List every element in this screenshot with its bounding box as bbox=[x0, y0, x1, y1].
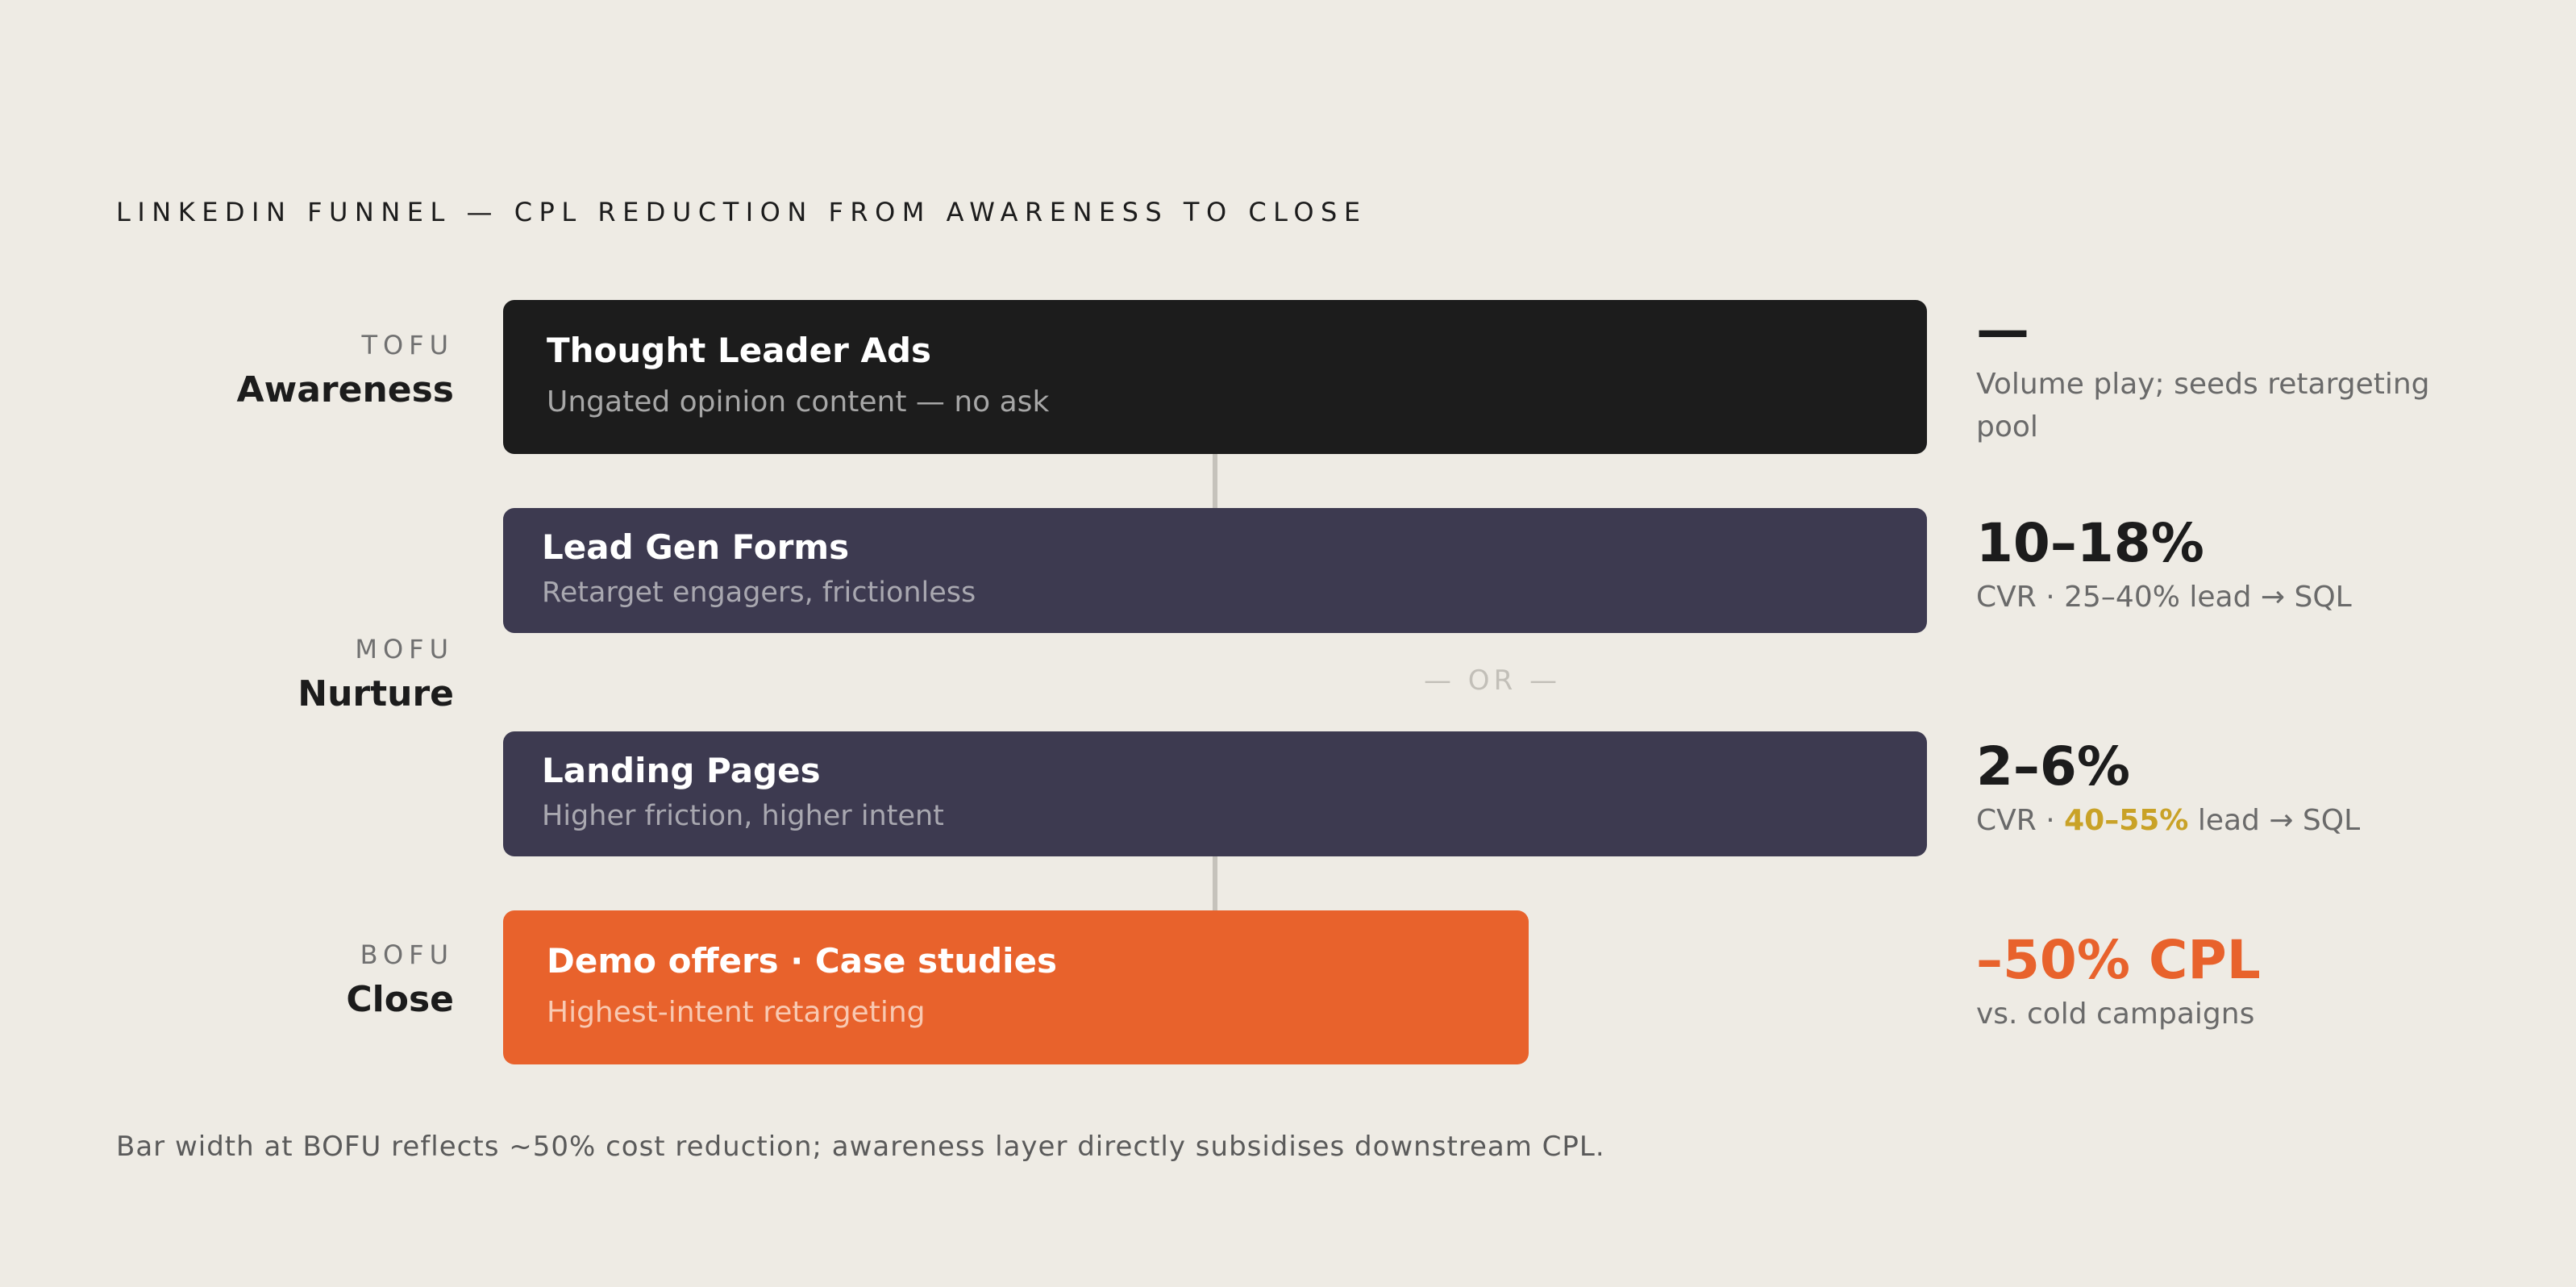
stage-label-tofu: TOFU Awareness bbox=[237, 329, 454, 413]
stage-label-mofu: MOFU Nurture bbox=[298, 633, 454, 717]
stage-label-bofu: BOFU Close bbox=[346, 939, 454, 1023]
metric-value: 10–18% bbox=[1976, 512, 2204, 574]
metric-desc-line2: pool bbox=[1976, 410, 2038, 444]
metric-value: — bbox=[1976, 299, 2029, 361]
stage-tag-bofu: BOFU bbox=[360, 939, 454, 970]
bar-title: Demo offers · Case studies bbox=[547, 941, 1058, 981]
metric-desc: CVR · 25–40% lead → SQL bbox=[1976, 581, 2352, 614]
funnel-bar-thought-leader-ads: Thought Leader Ads Ungated opinion conte… bbox=[503, 300, 1927, 454]
metric-bofu: –50% CPL vs. cold campaigns bbox=[1976, 928, 2261, 1035]
bar-subtitle: Retarget engagers, frictionless bbox=[542, 577, 976, 609]
bar-title: Thought Leader Ads bbox=[547, 331, 932, 370]
metric-desc-line1: Volume play; seeds retargeting bbox=[1976, 368, 2430, 401]
funnel-bar-landing-pages: Landing Pages Higher friction, higher in… bbox=[503, 731, 1927, 856]
funnel-bar-lead-gen-forms: Lead Gen Forms Retarget engagers, fricti… bbox=[503, 508, 1927, 633]
metric-landing-pages: 2–6% CVR · 40–55% lead → SQL bbox=[1976, 735, 2360, 842]
connector-mofu-bofu bbox=[1213, 856, 1217, 910]
connector-tofu-mofu bbox=[1213, 454, 1217, 508]
diagram-title: LINKEDIN FUNNEL — CPL REDUCTION FROM AWA… bbox=[116, 197, 1367, 227]
stage-name-awareness: Awareness bbox=[236, 369, 454, 410]
bar-title: Lead Gen Forms bbox=[542, 527, 850, 567]
stage-tag-tofu: TOFU bbox=[361, 330, 454, 360]
bar-subtitle: Ungated opinion content — no ask bbox=[547, 385, 1050, 419]
funnel-bar-demo-offers: Demo offers · Case studies Highest-inten… bbox=[503, 910, 1529, 1064]
metric-value: –50% CPL bbox=[1976, 929, 2261, 991]
metric-value: 2–6% bbox=[1976, 735, 2130, 798]
bar-subtitle: Highest-intent retargeting bbox=[547, 996, 926, 1029]
metric-tofu: — Volume play; seeds retargeting pool bbox=[1976, 298, 2430, 448]
stage-name-close: Close bbox=[346, 979, 454, 1020]
metric-desc-prefix: CVR · bbox=[1976, 804, 2065, 837]
footnote: Bar width at BOFU reflects ~50% cost red… bbox=[116, 1131, 1605, 1163]
bar-title: Landing Pages bbox=[542, 751, 821, 790]
metric-desc: vs. cold campaigns bbox=[1976, 998, 2255, 1031]
metric-desc-suffix: lead → SQL bbox=[2188, 804, 2361, 837]
metric-desc-highlight: 40–55% bbox=[2064, 804, 2189, 837]
or-separator: — OR — bbox=[1424, 664, 1562, 697]
stage-tag-mofu: MOFU bbox=[355, 634, 454, 664]
metric-lead-gen-forms: 10–18% CVR · 25–40% lead → SQL bbox=[1976, 511, 2352, 619]
stage-name-nurture: Nurture bbox=[298, 673, 454, 714]
metric-desc: CVR · 40–55% lead → SQL bbox=[1976, 799, 2360, 842]
bar-subtitle: Higher friction, higher intent bbox=[542, 800, 944, 832]
